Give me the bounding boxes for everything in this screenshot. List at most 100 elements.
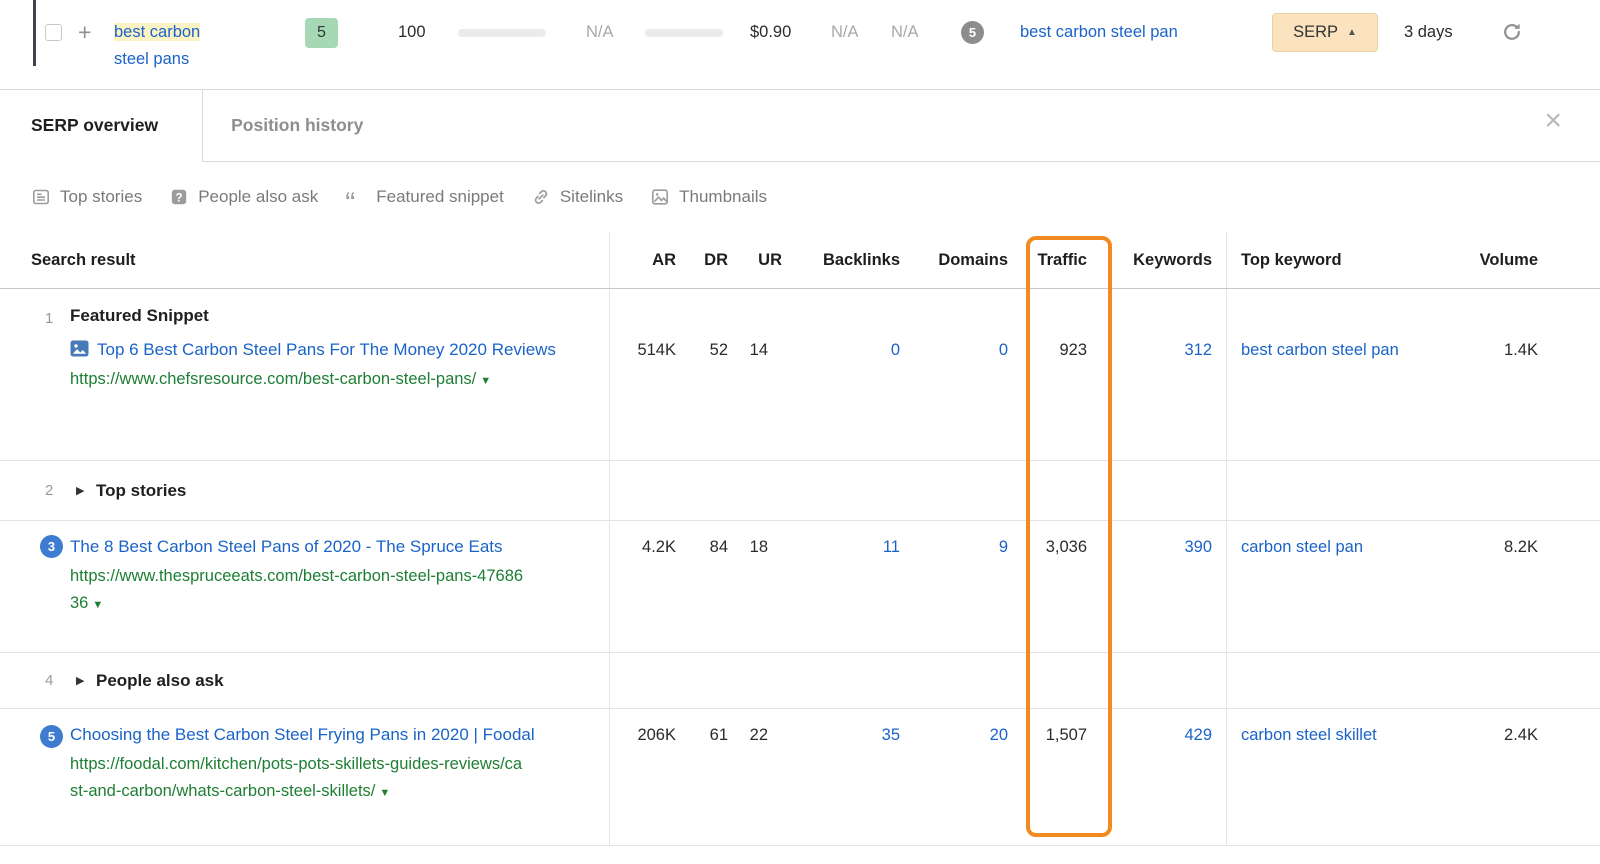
add-icon[interactable]: + bbox=[78, 19, 91, 46]
keyword-rest-text: steel pans bbox=[114, 50, 190, 68]
col-ur: UR bbox=[758, 250, 782, 269]
col-dr: DR bbox=[704, 250, 728, 269]
ur-value: 14 bbox=[749, 341, 768, 359]
url-expand-caret[interactable]: ▼ bbox=[92, 599, 103, 611]
tab-serp-overview[interactable]: SERP overview bbox=[0, 90, 204, 162]
ar-value: 514K bbox=[637, 341, 676, 359]
result-url: https://www.chefsresource.com/best-carbo… bbox=[70, 370, 492, 388]
section-label: People also ask bbox=[96, 670, 224, 690]
section-label: Top stories bbox=[96, 480, 187, 500]
updated-age: 3 days bbox=[1404, 23, 1453, 41]
filter-people-also-ask[interactable]: ? People also ask bbox=[169, 187, 318, 207]
volume-value: 1.4K bbox=[1504, 341, 1538, 359]
keyword-row: + best carbon steel pans 5 100 N/A $0.90… bbox=[0, 0, 1600, 90]
filter-thumbnails[interactable]: Thumbnails bbox=[650, 187, 767, 207]
keywords-link[interactable]: 429 bbox=[1096, 709, 1226, 845]
serp-overview-page: + best carbon steel pans 5 100 N/A $0.90… bbox=[0, 0, 1600, 864]
backlinks-link[interactable]: 0 bbox=[782, 289, 900, 460]
rank-number: 2 bbox=[45, 482, 54, 499]
col-keywords: Keywords bbox=[1133, 250, 1212, 269]
news-icon bbox=[31, 187, 51, 207]
row-top-keyword-link[interactable]: carbon steel pan bbox=[1241, 538, 1363, 556]
filter-label: Thumbnails bbox=[679, 187, 768, 206]
keywords-link[interactable]: 390 bbox=[1096, 521, 1226, 652]
kd-progress-bar bbox=[458, 29, 546, 37]
serp-features-count-badge: 5 bbox=[961, 21, 984, 44]
value-na: N/A bbox=[891, 23, 919, 41]
traffic-value: 1,507 bbox=[1045, 726, 1087, 744]
url-expand-caret[interactable]: ▼ bbox=[379, 787, 390, 799]
dr-value: 52 bbox=[709, 341, 728, 359]
serp-section-row: 2 ▶ Top stories bbox=[0, 461, 1600, 521]
expand-icon: ▶ bbox=[76, 675, 85, 687]
filter-label: Featured snippet bbox=[376, 187, 504, 206]
image-icon bbox=[650, 187, 670, 207]
serp-section-row: 4 ▶ People also ask bbox=[0, 653, 1600, 709]
ur-value: 18 bbox=[749, 538, 768, 556]
col-volume: Volume bbox=[1479, 250, 1538, 269]
col-backlinks: Backlinks bbox=[822, 250, 900, 269]
expand-icon: ▶ bbox=[76, 485, 85, 497]
dr-value: 84 bbox=[709, 538, 728, 556]
link-icon bbox=[531, 187, 551, 207]
section-toggle-people-also-ask[interactable]: ▶ People also ask bbox=[76, 671, 224, 691]
close-icon[interactable]: × bbox=[1544, 106, 1562, 136]
col-ar: AR bbox=[652, 250, 676, 269]
filter-label: Top stories bbox=[60, 187, 143, 206]
quote-icon: “ bbox=[345, 187, 356, 220]
result-title-link[interactable]: Choosing the Best Carbon Steel Frying Pa… bbox=[70, 725, 535, 744]
section-toggle-top-stories[interactable]: ▶ Top stories bbox=[76, 481, 186, 501]
filter-sitelinks[interactable]: Sitelinks bbox=[531, 187, 623, 207]
serp-button[interactable]: SERP ▲ bbox=[1272, 13, 1378, 52]
volume-value: N/A bbox=[586, 23, 614, 41]
filter-label: People also ask bbox=[198, 187, 319, 206]
serp-feature-filters: Top stories ? People also ask “ Featured… bbox=[0, 162, 1600, 232]
top-keyword-link[interactable]: best carbon steel pan bbox=[1020, 23, 1178, 42]
serp-result-row: 1 Featured Snippet Top 6 Best Carbon Ste… bbox=[0, 289, 1600, 461]
col-top-keyword: Top keyword bbox=[1226, 232, 1438, 288]
volume-value: 8.2K bbox=[1504, 538, 1538, 556]
col-traffic: Traffic bbox=[1037, 250, 1087, 269]
row-top-keyword-link[interactable]: carbon steel skillet bbox=[1241, 726, 1377, 744]
rank-badge: 3 bbox=[40, 535, 63, 558]
tab-position-history[interactable]: Position history bbox=[203, 90, 363, 161]
keyword-cell[interactable]: best carbon steel pans bbox=[114, 19, 244, 73]
ar-value: 4.2K bbox=[642, 538, 676, 556]
col-search-result: Search result bbox=[0, 232, 610, 288]
backlinks-link[interactable]: 35 bbox=[782, 709, 900, 845]
serp-overview-panel: SERP overview Position history × Top sto… bbox=[0, 90, 1600, 846]
kd-value: 100 bbox=[398, 23, 426, 41]
keyword-highlighted-text: best carbon bbox=[114, 23, 201, 41]
domains-link[interactable]: 9 bbox=[900, 521, 1010, 652]
rank-number: 4 bbox=[45, 672, 54, 689]
refresh-icon[interactable] bbox=[1501, 21, 1523, 43]
serp-button-label: SERP bbox=[1293, 23, 1339, 41]
position-badge: 5 bbox=[305, 18, 338, 48]
result-url: https://www.thespruceeats.com/best-carbo… bbox=[70, 567, 524, 612]
backlinks-link[interactable]: 11 bbox=[782, 521, 900, 652]
dr-value: 61 bbox=[709, 726, 728, 744]
keywords-link[interactable]: 312 bbox=[1096, 289, 1226, 460]
traffic-value: 923 bbox=[1059, 341, 1087, 359]
ur-value: 22 bbox=[749, 726, 768, 744]
filter-top-stories[interactable]: Top stories bbox=[31, 187, 142, 207]
caret-up-icon: ▲ bbox=[1347, 27, 1357, 38]
domains-link[interactable]: 20 bbox=[900, 709, 1010, 845]
row-checkbox[interactable] bbox=[45, 24, 62, 41]
table-header: Search result AR DR UR Backlinks Domains… bbox=[0, 232, 1600, 289]
rank-number: 1 bbox=[45, 310, 54, 327]
rank-badge: 5 bbox=[40, 725, 63, 748]
filter-featured-snippet[interactable]: “ Featured snippet bbox=[345, 187, 504, 220]
serp-results-table: Search result AR DR UR Backlinks Domains… bbox=[0, 232, 1600, 846]
thumbnail-icon bbox=[70, 340, 89, 357]
traffic-value: 3,036 bbox=[1045, 538, 1087, 556]
filter-label: Sitelinks bbox=[559, 187, 624, 206]
row-top-keyword-link[interactable]: best carbon steel pan bbox=[1241, 341, 1399, 359]
col-domains: Domains bbox=[938, 250, 1008, 269]
cpc-value: $0.90 bbox=[750, 23, 792, 41]
result-title-link[interactable]: The 8 Best Carbon Steel Pans of 2020 - T… bbox=[70, 537, 503, 556]
domains-link[interactable]: 0 bbox=[900, 289, 1010, 460]
url-expand-caret[interactable]: ▼ bbox=[480, 375, 491, 387]
serp-result-row: 5 Choosing the Best Carbon Steel Frying … bbox=[0, 709, 1600, 846]
result-title-link[interactable]: Top 6 Best Carbon Steel Pans For The Mon… bbox=[97, 340, 556, 359]
